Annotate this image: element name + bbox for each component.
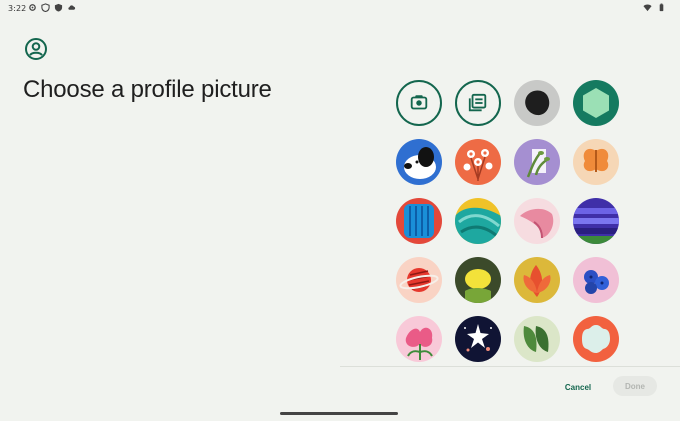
avatar-starry-night[interactable] (455, 316, 501, 362)
wifi-icon (643, 4, 652, 12)
avatar-pink-shape[interactable] (514, 198, 560, 244)
avatar-blue-stripes[interactable] (396, 198, 442, 244)
avatar-blueberries[interactable] (573, 257, 619, 303)
avatar-green-petals[interactable] (514, 316, 560, 362)
avatar-green-hexagon[interactable] (573, 80, 619, 126)
status-time: 3:22 (8, 4, 27, 13)
avatar-orange-flowers[interactable] (455, 139, 501, 185)
avatar-coral-flower[interactable] (573, 316, 619, 362)
account-circle-icon (25, 38, 47, 60)
done-button[interactable]: Done (613, 376, 657, 396)
avatar-dog[interactable] (396, 139, 442, 185)
avatar-lavender-plant[interactable] (514, 139, 560, 185)
badge-icon (54, 3, 63, 12)
shield-icon (41, 3, 50, 12)
gallery-icon (468, 93, 487, 112)
battery-icon (659, 3, 664, 12)
choose-image-option[interactable] (455, 80, 501, 126)
navigation-handle[interactable] (280, 412, 398, 415)
footer-divider (340, 366, 680, 367)
take-photo-option[interactable] (396, 80, 442, 126)
cancel-button[interactable]: Cancel (556, 378, 600, 396)
camera-icon (410, 95, 428, 110)
status-icons-left (28, 3, 76, 12)
page-title: Choose a profile picture (23, 76, 272, 103)
avatar-red-planet[interactable] (396, 257, 442, 303)
profile-picture-screen: 3:22 Choose a profile picture Cancel Don… (0, 0, 680, 421)
avatar-teal-waves[interactable] (455, 198, 501, 244)
settings-icon (29, 4, 36, 11)
avatar-dark-blob[interactable] (514, 80, 560, 126)
avatar-yellow-lemon[interactable] (455, 257, 501, 303)
status-icons-right (643, 3, 666, 12)
avatar-pink-flower[interactable] (396, 316, 442, 362)
avatar-orange-leaves[interactable] (514, 257, 560, 303)
cloud-icon (68, 5, 76, 10)
status-bar: 3:22 (0, 0, 680, 18)
avatar-purple-bands[interactable] (573, 198, 619, 244)
avatar-butterfly[interactable] (573, 139, 619, 185)
